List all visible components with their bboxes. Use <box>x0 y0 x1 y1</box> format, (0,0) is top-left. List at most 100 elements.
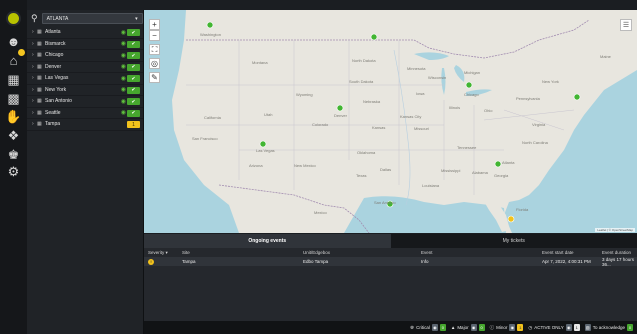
tab-ongoing-events[interactable]: Ongoing events <box>144 234 391 248</box>
sidebar-item-site[interactable]: › ▦ Atlanta ◉ ✔ <box>27 27 143 39</box>
zoom-in-button[interactable]: + <box>149 19 160 30</box>
sidebar-item-site[interactable]: › ▦ Seattle ◉ ✔ <box>27 108 143 119</box>
map-label: San Antonio <box>374 200 396 205</box>
map-label: Wisconsin <box>428 75 447 80</box>
alarm-icon[interactable]: ✋ <box>5 108 22 125</box>
site-building-icon: ▦ <box>37 75 42 82</box>
status-ok-badge: ✔ <box>127 75 140 82</box>
map-label: South Dakota <box>349 79 374 84</box>
lake-superior-shape <box>414 52 449 60</box>
critical-icon: ☢ <box>410 324 415 330</box>
major-eye-icon: ◉ <box>470 324 477 331</box>
layers-icon[interactable]: ☰ <box>620 19 632 31</box>
events-tabs: Ongoing events My tickets <box>144 234 637 248</box>
sidebar-item-site[interactable]: › ▦ Denver ◉ ✔ <box>27 62 143 73</box>
group-icon[interactable]: ♚ <box>5 146 22 163</box>
critical-filter[interactable]: ☢ Critical ◉ 0 <box>410 324 446 331</box>
site-building-icon: ▦ <box>37 52 42 59</box>
marker-chicago[interactable] <box>465 81 473 89</box>
sidebar-item-site[interactable]: › ▦ New York ◉ ✔ <box>27 85 143 96</box>
active-only-toggle[interactable]: ◷ ACTIVE ONLY ◉ 1 <box>528 324 580 331</box>
critical-count-badge: 0 <box>439 324 446 331</box>
marker-denver[interactable] <box>336 104 344 112</box>
major-filter[interactable]: ▲ Major ◉ 0 <box>451 324 485 331</box>
critical-eye-icon: ◉ <box>431 324 438 331</box>
wrench-icon[interactable]: ❖ <box>5 127 22 144</box>
map-label: Nebraska <box>363 99 381 104</box>
site-selector-dropdown[interactable]: ATLANTA ▾ <box>41 13 143 24</box>
chart-icon[interactable]: ▩ <box>5 90 22 107</box>
major-count-badge: 0 <box>478 324 485 331</box>
map-view[interactable]: Washington Montana North Dakota Minnesot… <box>144 10 637 233</box>
sidebar-item-site[interactable]: › ▦ Las Vegas ◉ ✔ <box>27 73 143 85</box>
map-label: Florida <box>516 207 529 212</box>
fit-bounds-icon[interactable]: ⛶ <box>149 44 160 55</box>
minor-eye-icon: ◉ <box>509 324 516 331</box>
visibility-eye-icon[interactable]: ◉ <box>121 86 126 93</box>
search-icon[interactable]: ⚲ <box>31 13 38 24</box>
lake-michigan-shape <box>441 68 446 95</box>
map-label: Washington <box>200 32 221 37</box>
col-start-date[interactable]: Event start date <box>538 250 598 255</box>
sidebar-item-site[interactable]: › ▦ San Antonio ◉ ✔ <box>27 96 143 108</box>
clock-icon: ◷ <box>528 324 533 330</box>
visibility-eye-icon[interactable]: ◉ <box>121 29 126 36</box>
acknowledge-filter[interactable]: ▧ To acknowledge 0 <box>584 324 633 331</box>
marker-seattle[interactable] <box>206 21 214 29</box>
locate-icon[interactable]: ◎ <box>149 58 160 69</box>
marker-bismarck[interactable] <box>370 33 378 41</box>
visibility-eye-icon[interactable]: ◉ <box>121 98 126 105</box>
site-building-icon: ▦ <box>37 98 42 105</box>
zoom-out-button[interactable]: − <box>149 30 160 41</box>
device-grid-icon[interactable]: ▦ <box>5 71 22 88</box>
lake-huron-shape <box>454 65 465 82</box>
visibility-eye-icon[interactable]: ◉ <box>121 63 126 70</box>
col-event[interactable]: Event <box>417 250 538 255</box>
col-site[interactable]: Site <box>178 250 299 255</box>
tab-my-tickets[interactable]: My tickets <box>390 234 637 248</box>
sidebar-item-site[interactable]: › ▦ Bismarck ◉ ✔ <box>27 39 143 50</box>
map-label: Missouri <box>414 126 429 131</box>
map-label: Alabama <box>472 170 488 175</box>
sidebar-item-site[interactable]: › ▦ Chicago ◉ ✔ <box>27 50 143 62</box>
map-label: Louisiana <box>422 183 440 188</box>
app-logo-icon[interactable] <box>6 11 21 26</box>
visibility-eye-icon[interactable]: ◉ <box>121 52 126 59</box>
map-label: Pennsylvania <box>516 96 540 101</box>
map-label: Arizona <box>249 163 263 168</box>
visibility-eye-icon[interactable]: ◉ <box>121 40 126 47</box>
user-icon[interactable]: ☻ <box>5 33 22 50</box>
status-ok-badge: ✔ <box>127 98 140 105</box>
map-label: New Mexico <box>294 163 316 168</box>
site-selector-value: ATLANTA <box>46 15 69 22</box>
status-ok-badge: ✔ <box>127 52 140 59</box>
table-row[interactable]: ! Tampa Edbo Tampa Info Apr 7, 2022, 4:0… <box>144 257 637 267</box>
map-label: California <box>204 115 221 120</box>
sidebar-item-site[interactable]: › ▦ Tampa 1 <box>27 119 143 131</box>
col-duration[interactable]: Event duration <box>598 250 637 255</box>
marker-atlanta[interactable] <box>494 160 502 168</box>
marker-tampa[interactable] <box>507 215 515 223</box>
events-panel: Ongoing events My tickets Severity ▾ Sit… <box>144 234 637 321</box>
info-severity-icon: ! <box>148 258 154 265</box>
col-severity[interactable]: Severity ▾ <box>144 250 178 256</box>
settings-gear-icon[interactable]: ⚙ <box>5 163 22 180</box>
home-icon[interactable]: ⌂ <box>5 49 25 69</box>
map-label: San Francisco <box>192 136 218 141</box>
col-unit[interactable]: Unit/Edgebox <box>299 250 417 255</box>
notification-dot <box>18 49 25 56</box>
app-window: ☻ ⌂ ▦ ▩ ✋ ❖ ♚ ⚙ ⚲ ATLANTA ▾ › ▦ Atlanta ◉ ✔ ›… <box>0 0 637 334</box>
marker-las-vegas[interactable] <box>259 140 267 148</box>
cell-site: Tampa <box>182 259 196 264</box>
draw-pencil-icon[interactable]: ✎ <box>149 72 160 83</box>
cell-event: Info <box>421 259 429 264</box>
marker-new-york[interactable] <box>573 93 581 101</box>
site-building-icon: ▦ <box>37 40 42 47</box>
map-label: Las Vegas <box>256 148 275 153</box>
visibility-eye-icon[interactable]: ◉ <box>121 75 126 82</box>
visibility-eye-icon[interactable]: ◉ <box>121 109 126 116</box>
minor-filter[interactable]: ⓘ Minor ◉ 1 <box>490 324 524 331</box>
acknowledge-icon: ▧ <box>584 324 591 331</box>
minor-count-badge: 1 <box>517 324 524 331</box>
map-label: North Carolina <box>522 140 548 145</box>
